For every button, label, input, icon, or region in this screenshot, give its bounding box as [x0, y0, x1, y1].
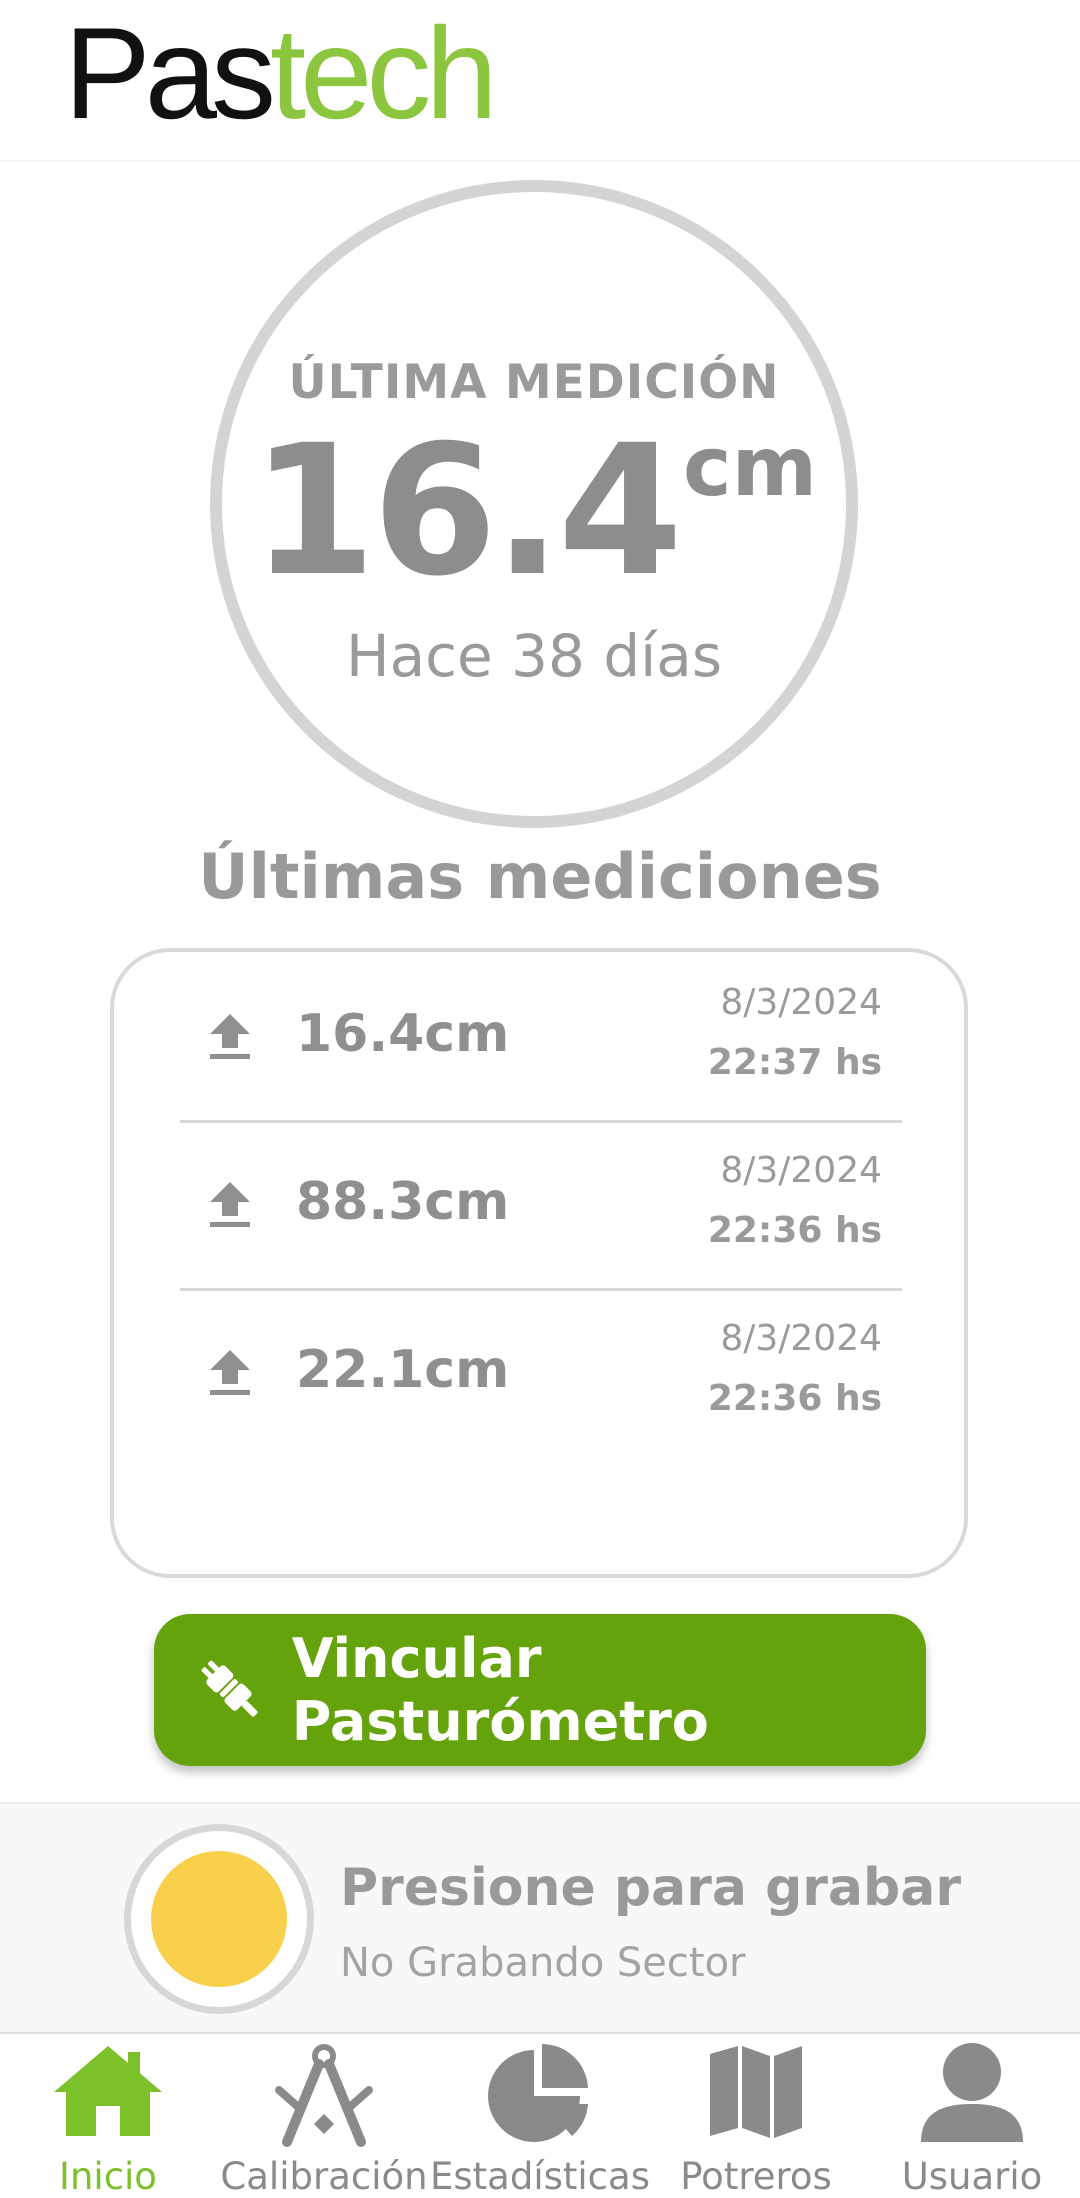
upload-icon	[210, 1350, 250, 1395]
list-item[interactable]: 16.4cm 8/3/2024 22:37 hs	[180, 952, 902, 1120]
link-pasturometer-button[interactable]: Vincular Pasturómetro	[154, 1614, 926, 1766]
last-measurement-ago: Hace 38 días	[345, 622, 723, 690]
nav-item-estadisticas[interactable]: Estadísticas	[430, 2034, 650, 2198]
record-title: Presione para grabar	[340, 1858, 961, 1918]
home-icon	[54, 2046, 162, 2136]
record-status: No Grabando Sector	[340, 1940, 746, 1986]
last-measurement-gauge: ÚLTIMA MEDICIÓN 16.4cm Hace 38 días	[210, 180, 858, 828]
recent-measurements-list: 16.4cm 8/3/2024 22:37 hs 88.3cm 8/3/2024…	[110, 948, 968, 1578]
record-button[interactable]	[124, 1824, 314, 2014]
nav-item-potreros[interactable]: Potreros	[648, 2034, 864, 2198]
nav-item-calibracion[interactable]: Calibración	[216, 2034, 432, 2198]
nav-label-usuario: Usuario	[901, 2155, 1043, 2198]
measurement-time: 22:37 hs	[707, 1042, 882, 1083]
recent-measurements-title: Últimas mediciones	[198, 840, 882, 913]
list-item[interactable]: 88.3cm 8/3/2024 22:36 hs	[180, 1120, 902, 1288]
last-measurement-unit: cm	[683, 420, 818, 515]
link-pasturometer-label: Vincular Pasturómetro	[291, 1627, 709, 1753]
last-measurement-label: ÚLTIMA MEDICIÓN	[288, 355, 780, 410]
measurement-value: 22.1cm	[296, 1340, 510, 1400]
bottom-navigation: Inicio Calibración Estadísticas Potreros	[0, 2034, 1080, 2198]
measurement-value: 88.3cm	[296, 1172, 510, 1232]
record-panel[interactable]: Presione para grabar No Grabando Sector	[0, 1802, 1080, 2034]
header-divider	[0, 160, 1080, 162]
nav-item-inicio[interactable]: Inicio	[0, 2034, 216, 2198]
user-icon	[921, 2043, 1023, 2142]
measurement-time: 22:36 hs	[707, 1378, 882, 1419]
record-indicator	[151, 1851, 287, 1987]
pie-chart-icon	[488, 2044, 588, 2142]
map-icon	[710, 2046, 802, 2138]
compass-icon	[275, 2044, 373, 2147]
upload-icon	[210, 1182, 250, 1227]
last-measurement-value: 16.4cm	[222, 422, 846, 602]
measurement-date: 8/3/2024	[720, 1318, 882, 1359]
logo-text-pas: Pas	[64, 0, 276, 146]
app-logo: Pastech	[64, 8, 498, 138]
measurement-value: 16.4cm	[296, 1004, 510, 1064]
last-measurement-number: 16.4	[250, 407, 683, 616]
list-item[interactable]: 22.1cm 8/3/2024 22:36 hs	[180, 1288, 902, 1456]
measurement-date: 8/3/2024	[720, 1150, 882, 1191]
logo-text-tech: tech	[270, 0, 498, 146]
measurement-time: 22:36 hs	[707, 1210, 882, 1251]
measurement-date: 8/3/2024	[720, 982, 882, 1023]
upload-icon	[210, 1014, 250, 1059]
nav-item-usuario[interactable]: Usuario	[864, 2034, 1080, 2198]
plug-icon	[201, 1660, 258, 1717]
